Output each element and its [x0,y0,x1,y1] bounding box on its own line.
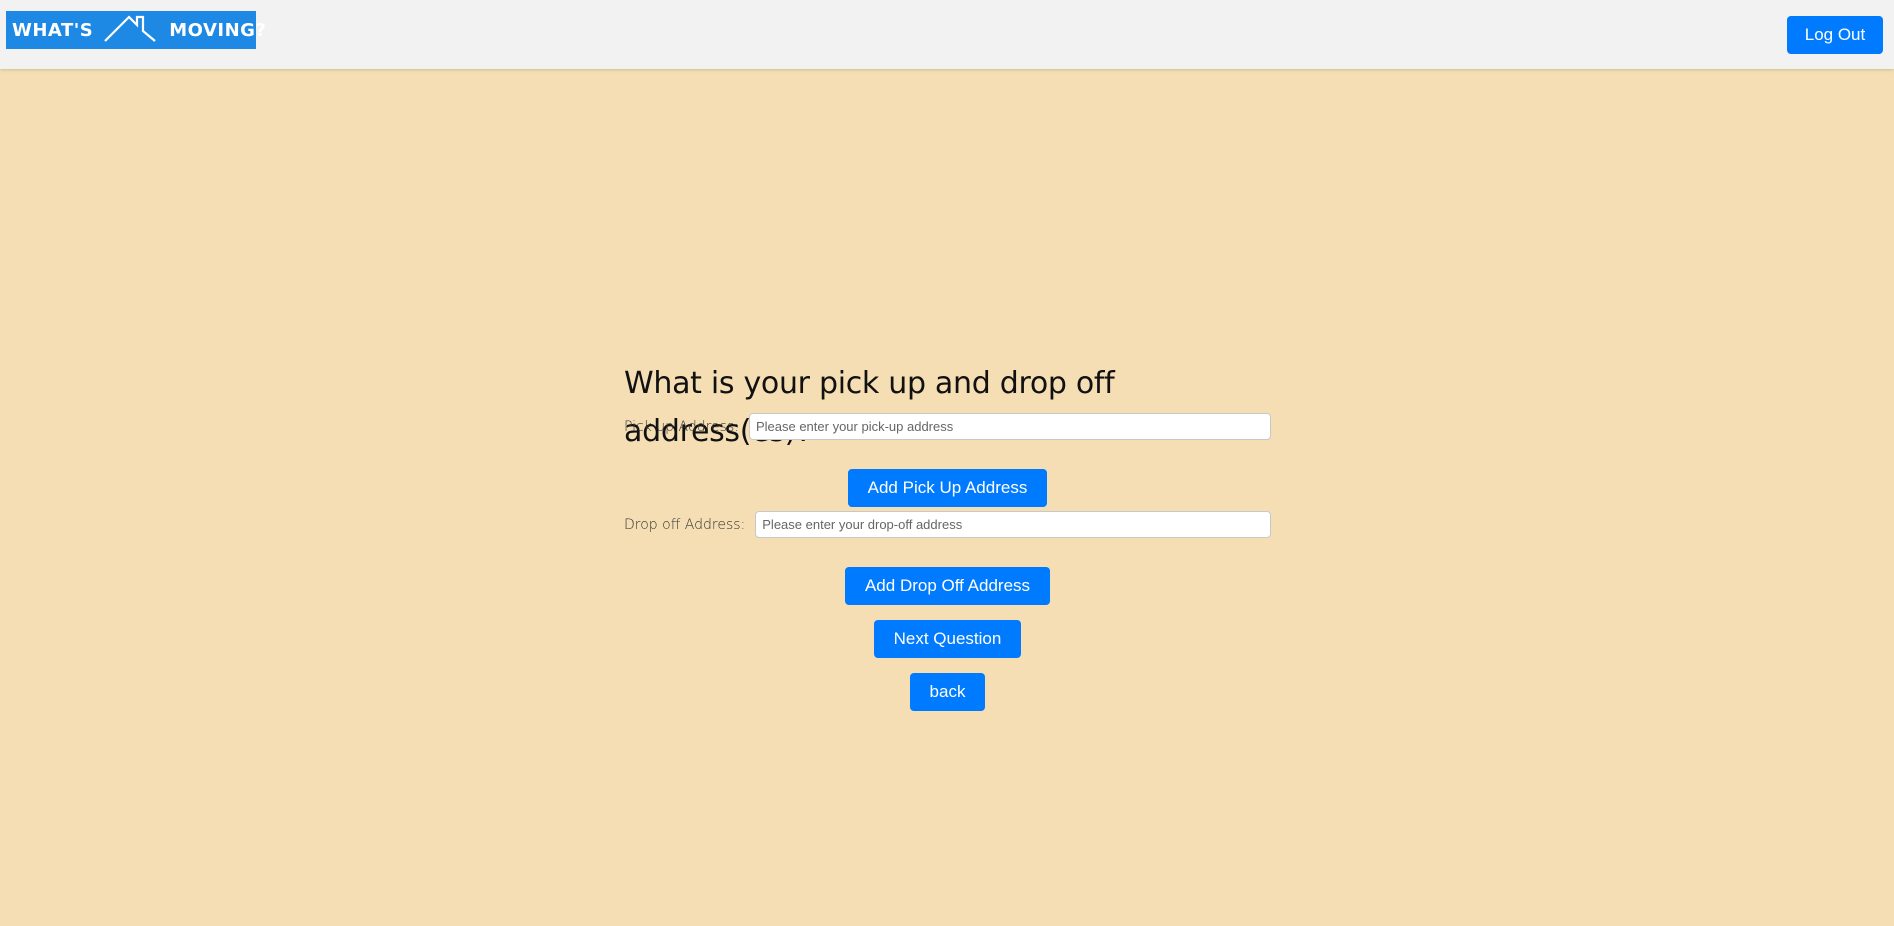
next-question-button[interactable]: Next Question [873,620,1022,658]
add-dropoff-address-button[interactable]: Add Drop Off Address [844,567,1051,605]
logo-text-right: MOVING? [169,19,267,41]
dropoff-address-input[interactable] [755,511,1271,538]
whats-moving-logo[interactable]: WHAT'S MOVING? [6,11,266,49]
logo-text-left: WHAT'S [12,19,94,41]
dropoff-address-label: Drop off Address: [624,516,746,533]
pickup-address-label: Pick up Address: [624,418,739,435]
dropoff-row: Drop off Address: [624,511,1271,538]
question-heading: What is your pick up and drop off addres… [624,366,1115,449]
address-form: What is your pick up and drop off addres… [624,360,1271,711]
back-button[interactable]: back [909,673,986,711]
house-roof-icon [103,13,161,48]
pickup-address-input[interactable] [748,413,1271,440]
add-pickup-address-button[interactable]: Add Pick Up Address [847,469,1048,507]
log-out-button[interactable]: Log Out [1787,16,1883,54]
navbar: WHAT'S MOVING? Log Out [0,0,1894,69]
